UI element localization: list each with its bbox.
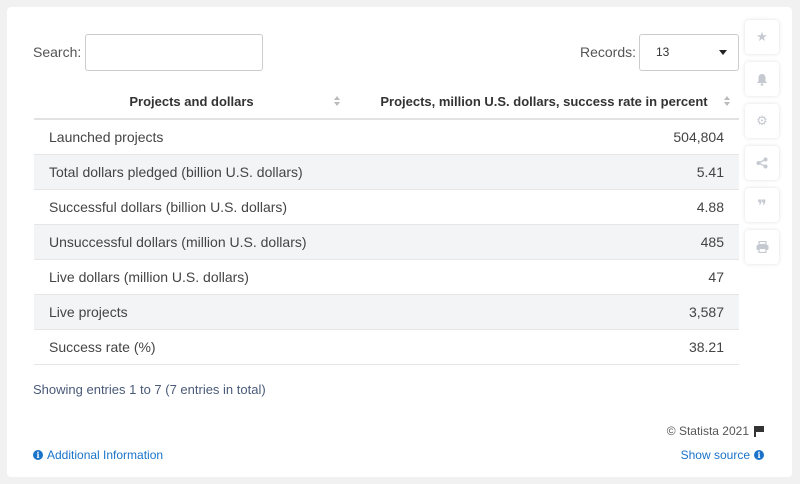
entries-summary: Showing entries 1 to 7 (7 entries in tot… [33, 382, 266, 397]
search-input[interactable] [85, 34, 263, 71]
additional-information-link[interactable]: i Additional Information [33, 448, 163, 462]
action-sidebar: ★ ⚙ ❞ [745, 20, 779, 272]
records-select[interactable]: 13 [639, 34, 739, 71]
table-row: Unsuccessful dollars (million U.S. dolla… [34, 224, 739, 260]
row-label: Launched projects [34, 119, 349, 155]
table-row: Live dollars (million U.S. dollars) 47 [34, 259, 739, 295]
column-header-label: Projects and dollars [129, 94, 254, 109]
flag-icon [754, 425, 764, 437]
row-label: Total dollars pledged (billion U.S. doll… [34, 154, 349, 190]
table-row: Successful dollars (billion U.S. dollars… [34, 189, 739, 225]
cite-button[interactable]: ❞ [745, 188, 779, 222]
chevron-down-icon [719, 50, 727, 55]
records-value: 13 [656, 45, 670, 59]
data-table: Projects and dollars Projects, million U… [34, 85, 739, 365]
copyright[interactable]: © Statista 2021 [667, 424, 764, 438]
row-label: Unsuccessful dollars (million U.S. dolla… [34, 224, 349, 260]
settings-button[interactable]: ⚙ [745, 104, 779, 138]
additional-information-label: Additional Information [47, 448, 164, 462]
show-source-link[interactable]: Show source i [681, 448, 764, 462]
table-row: Total dollars pledged (billion U.S. doll… [34, 154, 739, 190]
row-value: 3,587 [349, 294, 739, 330]
table-row: Success rate (%) 38.21 [34, 329, 739, 365]
print-icon [756, 241, 768, 253]
row-label: Successful dollars (billion U.S. dollars… [34, 189, 349, 225]
info-icon: i [754, 450, 764, 460]
info-icon: i [33, 450, 43, 460]
gear-icon: ⚙ [756, 113, 768, 129]
quote-icon: ❞ [757, 195, 767, 215]
row-value: 4.88 [349, 189, 739, 225]
row-value: 504,804 [349, 119, 739, 155]
column-header-projects[interactable]: Projects and dollars [34, 85, 349, 120]
favorite-button[interactable]: ★ [745, 20, 779, 54]
row-value: 5.41 [349, 154, 739, 190]
star-icon: ★ [756, 29, 768, 45]
copyright-text: © Statista 2021 [666, 424, 749, 438]
row-value: 38.21 [349, 329, 739, 365]
row-value: 485 [349, 224, 739, 260]
table-row: Live projects 3,587 [34, 294, 739, 330]
statistic-card: Search: Records: 13 Projects and dollars… [7, 7, 792, 477]
column-header-label: Projects, million U.S. dollars, success … [380, 94, 708, 109]
show-source-label: Show source [680, 448, 750, 462]
bell-icon [757, 73, 767, 86]
row-value: 47 [349, 259, 739, 295]
column-header-values[interactable]: Projects, million U.S. dollars, success … [349, 85, 739, 120]
records-label: Records: [580, 44, 637, 60]
search-label: Search: [33, 44, 82, 60]
notification-button[interactable] [745, 62, 779, 96]
share-button[interactable] [745, 146, 779, 180]
row-label: Live dollars (million U.S. dollars) [34, 259, 349, 295]
print-button[interactable] [745, 230, 779, 264]
table-row: Launched projects 504,804 [34, 119, 739, 155]
row-label: Success rate (%) [34, 329, 349, 365]
sort-icon [724, 96, 731, 108]
sort-icon [334, 96, 341, 108]
share-icon [756, 157, 768, 169]
row-label: Live projects [34, 294, 349, 330]
